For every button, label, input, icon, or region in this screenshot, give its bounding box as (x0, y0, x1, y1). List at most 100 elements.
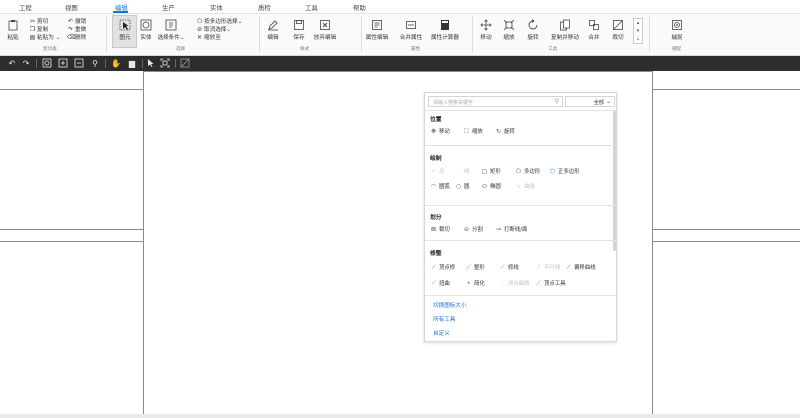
split-icon: ⊖ (463, 226, 470, 233)
tool-polygon[interactable]: ⬠ 多边形 (515, 167, 540, 175)
search-icon[interactable]: ⚲ (555, 98, 559, 105)
poly-select-button[interactable]: ⬠ 按多边形选择⌄ (196, 18, 242, 26)
menu-help[interactable]: 帮助 (353, 3, 366, 12)
select-condition-button[interactable]: 选择条件⌄ (157, 19, 185, 41)
tool-regular-polygon[interactable]: ⬡ 正多边形 (549, 167, 580, 175)
tool-parallel-line[interactable]: ⫽ 平行线 (535, 263, 560, 272)
pan-hand-icon[interactable]: ✋ (111, 58, 121, 69)
tool-filter-select[interactable]: 全部 ⌄ (565, 96, 615, 107)
fullscreen-icon[interactable] (160, 58, 170, 69)
expand-icon[interactable]: ⇣ (634, 35, 642, 43)
tool-reshape[interactable]: ⟋ 整形 (465, 263, 484, 272)
point-icon: • (431, 168, 436, 175)
customize-link[interactable]: 自定义 (433, 329, 450, 337)
redo-button[interactable]: ↷ 重做 (67, 26, 86, 34)
tool-rectangle[interactable]: ▢ 矩形 (481, 167, 501, 175)
menu-tools[interactable]: 工具 (305, 3, 318, 12)
tool-rotate[interactable]: ↻ 旋转 (495, 127, 515, 135)
paste-button[interactable]: 粘贴 (5, 19, 21, 41)
tool-zoom[interactable]: ⛶ 缩放 (463, 127, 482, 136)
crop-button[interactable]: 裁切 (609, 19, 627, 41)
all-tools-link[interactable]: 所有工具 (433, 315, 455, 323)
tool-move[interactable]: ✥ 移动 (430, 127, 450, 135)
comment-icon[interactable]: ▆ (127, 58, 137, 69)
tool-twist[interactable]: ⟋ 扭曲 (430, 279, 449, 288)
menu-production[interactable]: 生产 (162, 3, 175, 12)
attr-calc-button[interactable]: 属性计算器 (428, 19, 462, 41)
select-arrow-icon[interactable] (146, 58, 156, 69)
cancel-select-button[interactable]: ⊘ 取消选择⌄ (196, 26, 231, 34)
zoom-button[interactable]: 缩放 (500, 19, 518, 41)
copy-move-label: 复制并移动 (551, 35, 579, 41)
divider (425, 110, 616, 111)
tool-close-curve[interactable]: ⟋ 闭合曲线 (499, 279, 529, 288)
save-button[interactable]: 保存 (290, 19, 308, 41)
tool-label: 多边形 (524, 169, 541, 175)
menu-view[interactable]: 视图 (65, 3, 78, 12)
tool-circle[interactable]: ○ 圆 (455, 182, 470, 190)
tool-label: 偏移曲线 (574, 265, 596, 271)
discard-edit-button[interactable]: 放弃编辑 (311, 19, 339, 41)
tool-crop[interactable]: ⊠ 裁切 (430, 225, 450, 233)
merge-button[interactable]: 合并 (585, 19, 603, 41)
chevron-down-icon[interactable]: ▾ (634, 27, 642, 35)
vertex-icon: ⟋ (536, 280, 541, 287)
active-tab-indicator (113, 11, 128, 13)
entity-select-button[interactable]: 实体 (137, 19, 155, 41)
redo-icon[interactable]: ↷ (21, 58, 31, 69)
panel-scrollbar[interactable] (613, 111, 616, 251)
zoom-extent-icon[interactable] (42, 58, 52, 69)
ribbon-tools-scroller[interactable]: ▴ ▾ ⇣ (633, 18, 643, 44)
cut-button[interactable]: ✂ 剪切 (29, 18, 48, 26)
rotate-button[interactable]: 旋转 (524, 19, 542, 41)
zoom-out-icon[interactable] (74, 58, 84, 69)
map-canvas[interactable] (0, 71, 800, 418)
pin-icon[interactable]: ⚲ (90, 58, 100, 69)
menu-entity[interactable]: 实体 (210, 3, 223, 12)
element-select-button[interactable]: 图元 (113, 19, 137, 41)
ribbon-separator (472, 16, 473, 52)
frame-icon[interactable] (180, 58, 190, 69)
toggle-icon-size-link[interactable]: 切换图标大小 (433, 301, 467, 309)
zoom-in-icon[interactable] (58, 58, 68, 69)
tool-arc[interactable]: ◠ 圆弧 (430, 182, 450, 190)
tool-label: 分割 (472, 227, 483, 233)
menu-project[interactable]: 工程 (19, 3, 32, 12)
copy-move-button[interactable]: 复制并移动 (548, 19, 582, 41)
tool-label: 矩形 (490, 169, 501, 175)
copy-button[interactable]: ❐ 复制 (29, 26, 48, 34)
save-icon (294, 20, 304, 30)
zoom-to-button[interactable]: ✕ 缩放至 (196, 34, 221, 42)
undo-icon[interactable]: ↶ (7, 58, 17, 69)
tool-offset-curve[interactable]: ⟋ 偏移曲线 (565, 263, 596, 272)
tool-search-input[interactable]: 请输入搜索关键字 ⚲ (428, 96, 563, 107)
tool-line[interactable]: ⋰ 线 (455, 167, 470, 175)
edit-button[interactable]: 编辑 (264, 19, 282, 41)
tool-point[interactable]: • 点 (430, 167, 445, 175)
merge-attribute-icon (406, 21, 416, 29)
merge-icon (589, 20, 599, 30)
attr-edit-button[interactable]: 属性编辑 (362, 19, 392, 41)
tool-break-line[interactable]: ⊸ 打断线/面 (495, 225, 527, 233)
tool-label: 点 (439, 169, 445, 175)
discard-icon (320, 20, 330, 30)
tool-split[interactable]: ⊖ 分割 (463, 225, 483, 233)
undo-button[interactable]: ↶ 撤销 (67, 18, 86, 26)
undo-icon: ↶ (67, 18, 74, 25)
toolbar-separator (142, 59, 143, 68)
delete-button[interactable]: ⌫删除 (67, 34, 86, 42)
tool-ellipse[interactable]: ⬭ 椭圆 (481, 182, 501, 191)
tool-vertex[interactable]: ⟋ 顶点工具 (535, 279, 565, 288)
tool-vertex-modify[interactable]: ⟋ 顶点修 (430, 263, 455, 272)
chevron-up-icon[interactable]: ▴ (634, 19, 642, 27)
tool-curve[interactable]: ∿ 曲线 (515, 182, 535, 190)
paste-to-button[interactable]: ▤ 粘贴为 ⌄ (29, 34, 61, 42)
snap-button[interactable]: 捕捉 (667, 19, 687, 41)
tool-modify-line[interactable]: ⟋ 修线 (499, 263, 518, 272)
move-button[interactable]: 移动 (477, 19, 495, 41)
group-label-capture: 捕捉 (672, 47, 682, 52)
toolbar-separator (175, 59, 176, 68)
menu-qc[interactable]: 质检 (258, 3, 271, 12)
tool-simplify[interactable]: • 简化 (465, 279, 485, 287)
merge-attr-button[interactable]: 合并属性 (396, 19, 426, 41)
